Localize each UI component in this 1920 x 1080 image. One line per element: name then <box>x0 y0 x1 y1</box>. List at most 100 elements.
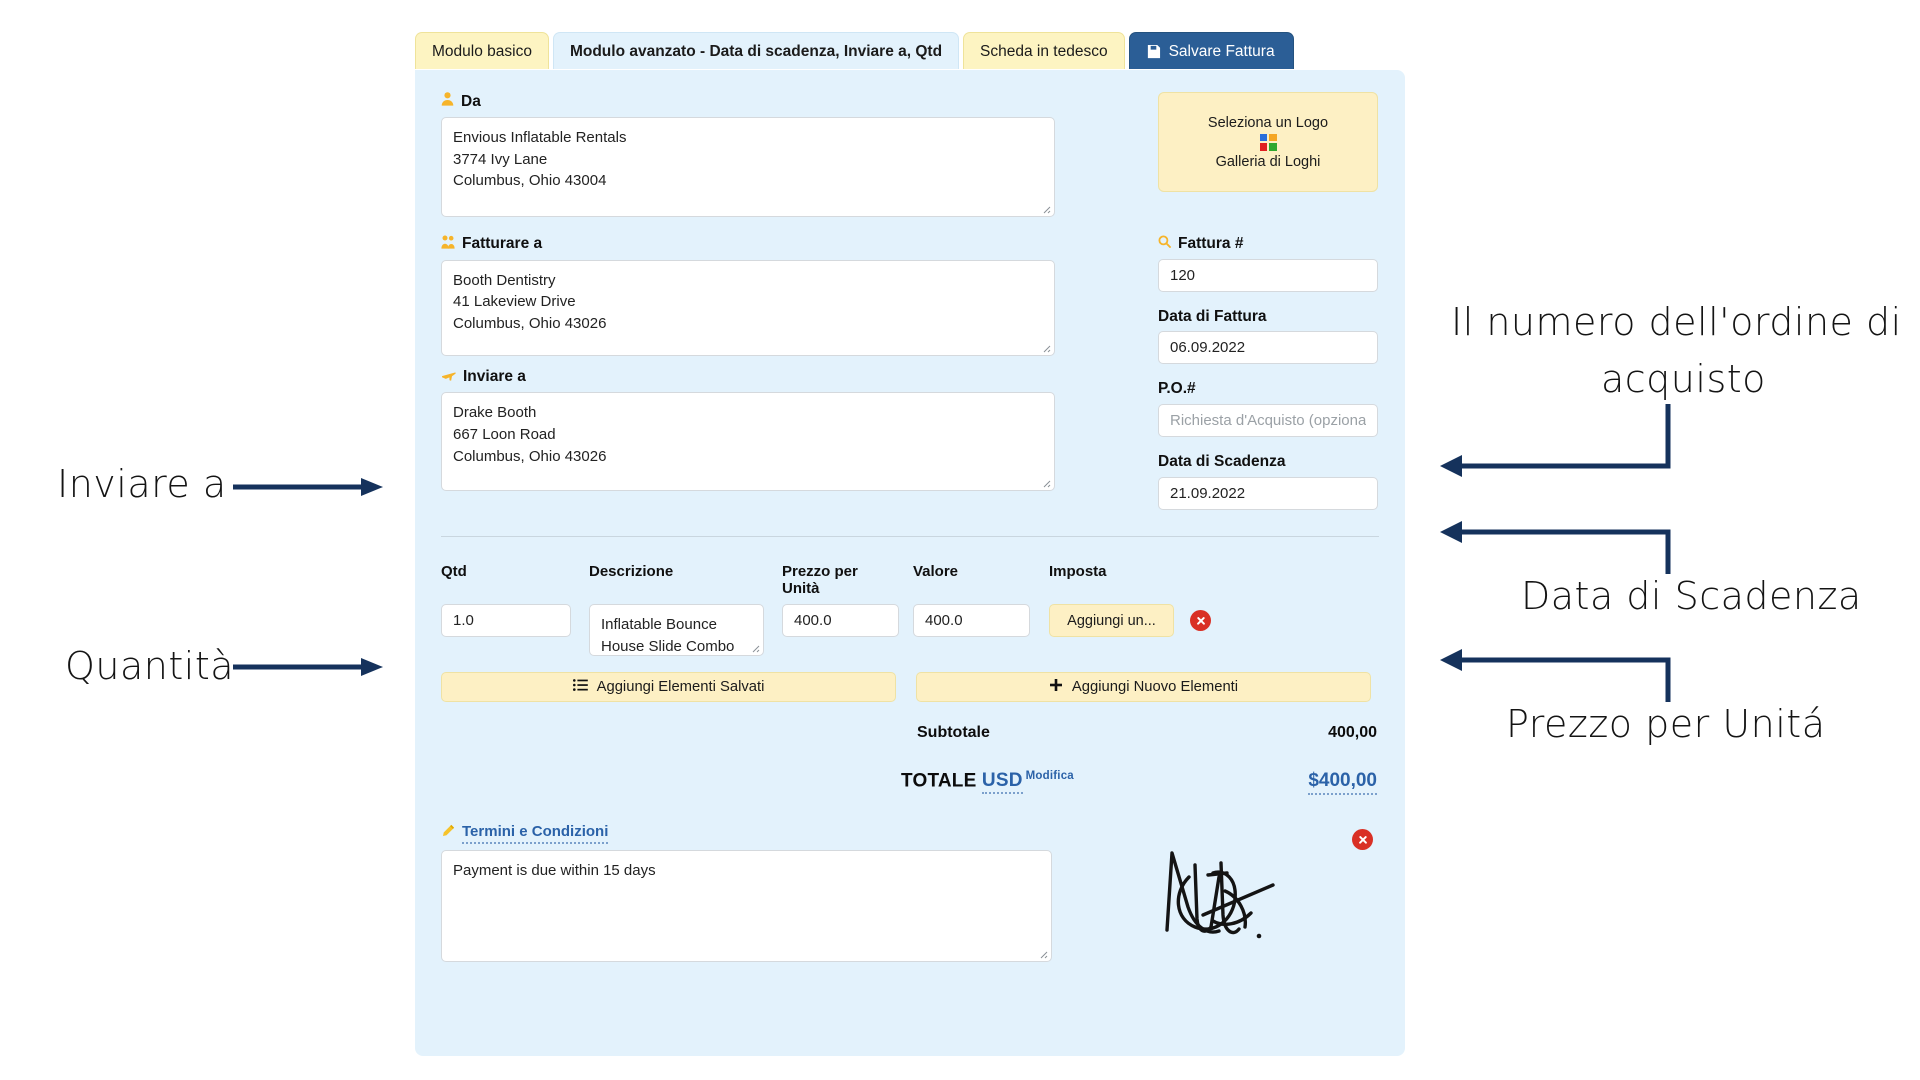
section-divider <box>441 536 1379 538</box>
annotation-po-line1: Il numero dell'ordine di <box>1451 300 1902 344</box>
line-item-value-input[interactable] <box>913 604 1030 638</box>
invoice-date-input[interactable] <box>1158 331 1378 365</box>
annotation-unit-price: Prezzo per Unitá <box>1506 702 1826 746</box>
people-icon <box>441 235 455 254</box>
invoice-number-input[interactable] <box>1158 258 1378 292</box>
annotation-arrow-po <box>1440 404 1671 477</box>
tab-modulo-basico[interactable]: Modulo basico <box>415 32 549 70</box>
save-disk-icon <box>1146 44 1161 59</box>
delete-circle-icon[interactable] <box>1190 610 1211 632</box>
billto-and-meta-row: Fatturare a Inviare a <box>441 235 1379 511</box>
currency-value[interactable]: USD <box>981 770 1023 795</box>
terms-column: Termini e Condizioni <box>441 823 1053 962</box>
logo-gallery-link[interactable]: Galleria di Loghi <box>1216 154 1321 170</box>
terms-label-row: Termini e Condizioni <box>441 823 1052 844</box>
column-header-description: Descrizione <box>589 563 674 581</box>
line-item-unit-price-input[interactable] <box>782 604 899 638</box>
shipto-label-row: Inviare a <box>441 368 1055 387</box>
from-textarea-wrap <box>441 116 1055 217</box>
line-item-row: Aggiungi un... <box>441 604 1379 657</box>
tab-modulo-avanzato[interactable]: Modulo avanzato - Data di scadenza, Invi… <box>552 32 960 70</box>
add-new-item-button[interactable]: Aggiungi Nuovo Elementi <box>916 672 1371 703</box>
person-icon <box>441 92 454 111</box>
annotation-quantity: Quantità <box>65 644 235 688</box>
add-item-buttons-row: Aggiungi Elementi Salvati Aggiungi Nuovo… <box>441 672 1379 703</box>
grand-total-label: TOTALE <box>901 770 977 792</box>
from-label: Da <box>461 92 481 110</box>
from-column: Da <box>441 92 1055 217</box>
plus-icon <box>1049 678 1063 696</box>
invoice-tab-bar: Modulo basico Modulo avanzato - Data di … <box>415 32 1294 70</box>
add-saved-items-button[interactable]: Aggiungi Elementi Salvati <box>441 672 896 703</box>
line-items-section: Qtd Descrizione Prezzo per Unità Valore … <box>441 563 1379 703</box>
logo-picker[interactable]: Seleziona un Logo Galleria di Loghi <box>1158 92 1378 192</box>
terms-textarea[interactable] <box>441 849 1053 962</box>
line-items-header: Qtd Descrizione Prezzo per Unità Valore … <box>441 563 1379 604</box>
invoice-meta-column: Fattura # Data di Fattura P.O.# Data di … <box>1158 235 1378 511</box>
add-saved-items-label: Aggiungi Elementi Salvati <box>596 679 765 696</box>
tab-label: Salvare Fattura <box>1168 43 1275 60</box>
annotation-arrow-ship-to <box>233 478 383 496</box>
annotation-due-date: Data di Scadenza <box>1521 574 1862 618</box>
po-number-input[interactable] <box>1158 404 1378 438</box>
tab-salvare-fattura[interactable]: Salvare Fattura <box>1128 32 1294 70</box>
terms-textarea-wrap <box>441 849 1053 962</box>
logo-gallery-grid-icon <box>1259 133 1277 151</box>
shipto-textarea-wrap <box>441 392 1055 492</box>
totals-section: Subtotale 400,00 TOTALE USD Modifica $400… <box>441 724 1379 796</box>
annotation-arrow-quantity <box>233 658 383 676</box>
grand-total-value[interactable]: $400,00 <box>1308 770 1377 796</box>
column-header-tax: Imposta <box>1049 563 1107 581</box>
column-header-value: Valore <box>913 563 959 581</box>
annotation-po-line2: acquisto <box>1601 357 1766 401</box>
tab-label: Scheda in tedesco <box>980 43 1108 60</box>
annotation-arrow-due-date <box>1440 521 1671 574</box>
tab-label: Modulo basico <box>432 43 532 60</box>
invoice-number-label: Fattura # <box>1178 234 1244 252</box>
logo-picker-title: Seleziona un Logo <box>1207 114 1329 131</box>
due-date-input[interactable] <box>1158 477 1378 511</box>
currency-edit-link[interactable]: Modifica <box>1026 770 1074 782</box>
column-header-unit-price: Prezzo per Unità <box>782 563 858 598</box>
due-date-label: Data di Scadenza <box>1158 453 1286 471</box>
invoice-form-panel: Da Seleziona un Logo Galleria di <box>415 70 1405 1056</box>
annotation-arrow-unit-price <box>1440 649 1671 702</box>
subtotal-row: Subtotale 400,00 <box>441 724 1377 742</box>
billto-column: Fatturare a Inviare a <box>441 235 1055 510</box>
subtotal-value: 400,00 <box>1328 724 1377 742</box>
invoice-number-label-row: Fattura # <box>1158 235 1378 253</box>
grand-total-label-group: TOTALE USD Modifica <box>901 770 1074 795</box>
list-icon <box>572 679 588 695</box>
shipto-address-textarea[interactable] <box>441 392 1055 492</box>
invoice-date-label: Data di Fattura <box>1158 307 1267 325</box>
terms-and-signature-row: Termini e Condizioni <box>441 823 1379 962</box>
tab-label: Modulo avanzato - Data di scadenza, Invi… <box>569 43 943 60</box>
signature-scribble[interactable] <box>1155 835 1305 950</box>
signature-column <box>1155 823 1379 961</box>
billto-label-row: Fatturare a <box>441 235 1055 254</box>
annotation-ship-to: Inviare a <box>57 462 227 506</box>
from-label-row: Da <box>441 92 1055 111</box>
delete-signature-icon[interactable] <box>1352 829 1373 851</box>
billto-label: Fatturare a <box>462 235 543 253</box>
logo-column: Seleziona un Logo Galleria di Loghi <box>1158 92 1378 217</box>
subtotal-label: Subtotale <box>917 724 990 742</box>
line-item-description-textarea[interactable] <box>589 604 764 657</box>
po-number-label: P.O.# <box>1158 380 1196 398</box>
screenshot-root: Modulo basico Modulo avanzato - Data di … <box>0 0 1920 1080</box>
column-header-qty: Qtd <box>441 563 467 581</box>
tab-scheda-in-tedesco[interactable]: Scheda in tedesco <box>963 32 1125 70</box>
line-item-add-tax-button[interactable]: Aggiungi un... <box>1049 604 1174 638</box>
line-item-qty-input[interactable] <box>441 604 571 638</box>
from-and-logo-row: Da Seleziona un Logo Galleria di <box>441 92 1379 217</box>
grand-total-row: TOTALE USD Modifica $400,00 <box>441 770 1377 796</box>
magnifier-icon <box>1158 235 1171 253</box>
billto-textarea-wrap <box>441 259 1055 356</box>
terms-and-conditions-link[interactable]: Termini e Condizioni <box>462 823 609 844</box>
pencil-icon <box>441 824 455 843</box>
from-address-textarea[interactable] <box>441 116 1055 217</box>
billto-address-textarea[interactable] <box>441 259 1055 356</box>
airplane-icon <box>441 368 456 387</box>
shipto-label: Inviare a <box>463 368 526 386</box>
add-new-item-label: Aggiungi Nuovo Elementi <box>1071 679 1239 696</box>
